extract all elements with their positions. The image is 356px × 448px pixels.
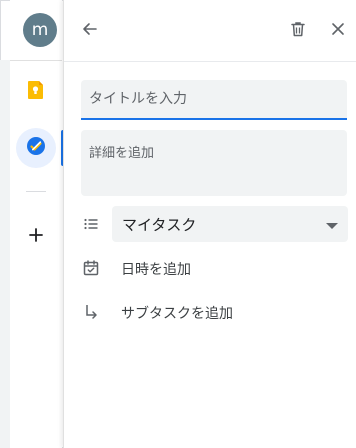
add-icon — [28, 227, 44, 247]
calendar-check-icon — [80, 257, 102, 279]
keep-app-button[interactable] — [16, 72, 56, 112]
keep-icon — [27, 80, 45, 104]
add-subtask-button[interactable]: サブタスクを追加 — [121, 303, 233, 323]
close-button[interactable] — [322, 15, 354, 47]
task-title-input[interactable] — [81, 80, 347, 120]
close-icon — [330, 21, 346, 41]
tasks-app-button[interactable] — [16, 128, 56, 168]
add-date-button[interactable]: 日時を追加 — [121, 259, 191, 279]
panel-header-divider — [64, 61, 356, 62]
back-button[interactable] — [74, 15, 106, 47]
rail-divider — [26, 191, 46, 192]
task-list-select[interactable]: マイタスク — [112, 206, 348, 242]
avatar-letter: m — [31, 20, 49, 40]
task-edit-panel: マイタスク 日時を追加 サブタスクを追加 — [63, 0, 356, 448]
list-icon — [80, 213, 102, 235]
task-details-input[interactable] — [81, 130, 347, 196]
tasks-icon — [25, 135, 47, 161]
account-avatar[interactable]: m — [23, 13, 57, 47]
add-app-button[interactable] — [16, 217, 56, 257]
delete-button[interactable] — [282, 15, 314, 47]
back-arrow-icon — [81, 20, 99, 42]
side-panel-rail: m — [10, 0, 62, 448]
dropdown-arrow-icon — [326, 215, 338, 234]
subtask-arrow-icon — [80, 301, 102, 323]
task-list-selected: マイタスク — [122, 215, 197, 234]
rail-top-divider — [10, 60, 62, 61]
trash-icon — [289, 20, 307, 42]
